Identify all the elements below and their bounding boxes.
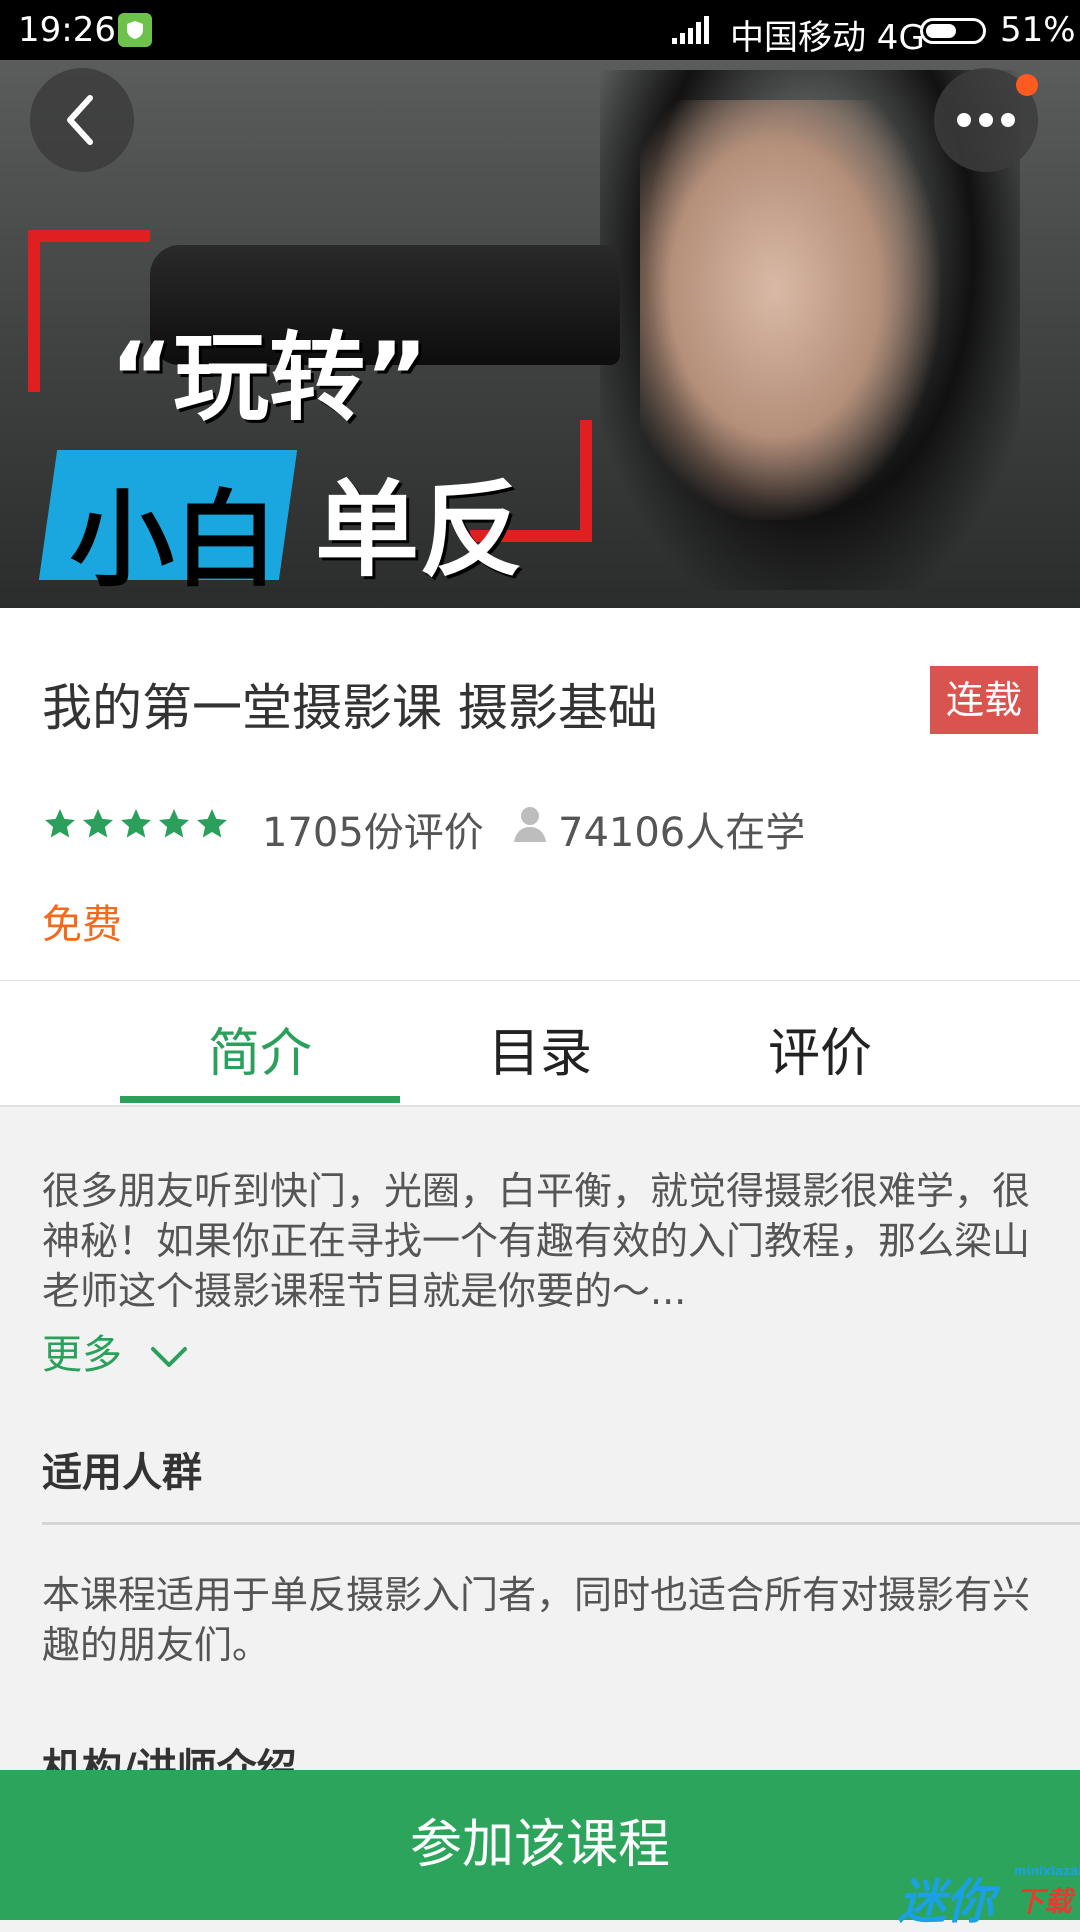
chevron-left-icon <box>67 95 93 145</box>
tab-catalog[interactable]: 目录 <box>400 1011 680 1086</box>
battery-icon <box>920 18 986 44</box>
section-divider <box>42 1522 1080 1525</box>
teacher-heading: 机构/讲师介绍 <box>42 1746 297 1770</box>
active-tab-indicator <box>120 1096 400 1103</box>
tab-bar: 简介 目录 评价 <box>0 980 1080 1107</box>
status-badge: 连载 <box>930 666 1038 734</box>
chevron-down-icon <box>150 1347 187 1367</box>
person-icon <box>514 807 546 842</box>
course-price: 免费 <box>42 902 122 948</box>
star-icon <box>121 809 151 838</box>
watermark-logo: 迷你 minixiazai 下载 <box>898 1864 1080 1930</box>
status-time: 19:26 <box>18 10 116 50</box>
learner-count: 74106人在学 <box>558 810 806 856</box>
star-icon <box>159 809 189 838</box>
star-icon <box>83 809 113 838</box>
star-icon <box>45 809 75 838</box>
status-bar: 19:26 中国移动 4G 51% <box>0 0 1080 60</box>
banner-title-line1: “玩转” <box>110 322 429 434</box>
more-label: 更多 <box>42 1332 122 1378</box>
notification-dot <box>1016 74 1038 96</box>
signal-icon <box>672 16 709 44</box>
course-title: 我的第一堂摄影课 摄影基础 <box>42 679 658 737</box>
battery-percent: 51% <box>1000 10 1076 50</box>
course-banner-image: “玩转” 小白 单反 <box>0 60 1080 608</box>
intro-content: 很多朋友听到快门，光圈，白平衡，就觉得摄影很难学，很神秘！如果你正在寻找一个有趣… <box>0 1106 1080 1770</box>
star-icon <box>197 809 227 838</box>
rating-stars <box>42 806 230 842</box>
course-info: 我的第一堂摄影课 摄影基础 连载 1705份评价 74106人在学 免费 <box>0 608 1080 980</box>
back-button[interactable] <box>30 68 134 172</box>
carrier-label: 中国移动 4G <box>730 18 925 58</box>
banner-title-highlight: 小白 <box>70 479 279 601</box>
audience-text: 本课程适用于单反摄影入门者，同时也适合所有对摄影有兴趣的朋友们。 <box>42 1573 1031 1667</box>
security-shield-icon <box>118 13 152 47</box>
banner-title-rest: 单反 <box>315 469 524 591</box>
review-count[interactable]: 1705份评价 <box>262 800 484 858</box>
tab-intro[interactable]: 简介 <box>120 1011 400 1086</box>
tab-reviews[interactable]: 评价 <box>680 1011 960 1086</box>
expand-more-button[interactable]: 更多 <box>42 1322 189 1380</box>
audience-heading: 适用人群 <box>42 1450 202 1496</box>
course-description: 很多朋友听到快门，光圈，白平衡，就觉得摄影很难学，很神秘！如果你正在寻找一个有趣… <box>42 1169 1031 1313</box>
